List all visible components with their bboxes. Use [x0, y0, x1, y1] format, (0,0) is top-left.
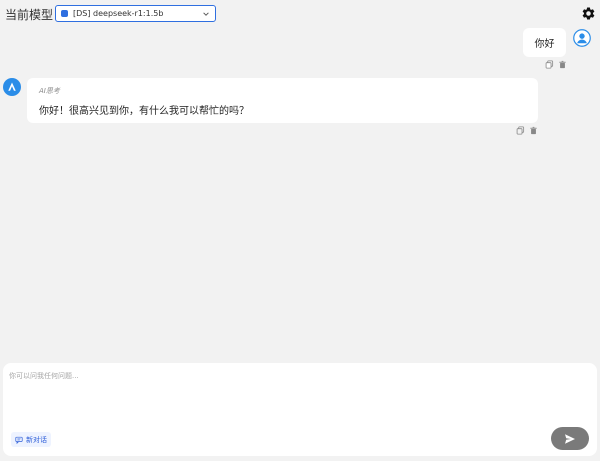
- send-button[interactable]: [551, 427, 589, 450]
- user-message-bubble: 你好: [523, 28, 566, 57]
- message-input[interactable]: [9, 371, 589, 421]
- user-message-actions: [545, 60, 567, 69]
- user-message-text: 你好: [534, 39, 555, 50]
- new-chat-button[interactable]: 新对话: [11, 432, 51, 447]
- chevron-down-icon: [203, 11, 209, 16]
- composer-panel: 新对话: [3, 363, 597, 456]
- ai-message-bubble: AI思考 你好！很高兴见到你，有什么我可以帮忙的吗？: [27, 78, 538, 123]
- model-icon: [61, 10, 68, 17]
- copy-icon[interactable]: [545, 60, 554, 69]
- chat-bubble-icon: [15, 436, 23, 444]
- ai-message-text: 你好！很高兴见到你，有什么我可以帮忙的吗？: [39, 106, 249, 117]
- delete-icon[interactable]: [529, 126, 538, 135]
- top-bar: 当前模型： [DS] deepseek-r1:1.5b: [0, 0, 600, 28]
- ai-avatar-icon: [3, 78, 21, 96]
- copy-icon[interactable]: [516, 126, 525, 135]
- model-select-value: [DS] deepseek-r1:1.5b: [73, 9, 164, 18]
- gear-icon[interactable]: [581, 6, 596, 21]
- delete-icon[interactable]: [558, 60, 567, 69]
- ai-message-actions: [516, 126, 538, 135]
- model-select[interactable]: [DS] deepseek-r1:1.5b: [55, 5, 216, 22]
- new-chat-label: 新对话: [26, 435, 47, 444]
- send-icon: [565, 433, 575, 444]
- user-avatar-icon: [573, 29, 591, 47]
- ai-thinking-label: AI思考: [39, 87, 60, 95]
